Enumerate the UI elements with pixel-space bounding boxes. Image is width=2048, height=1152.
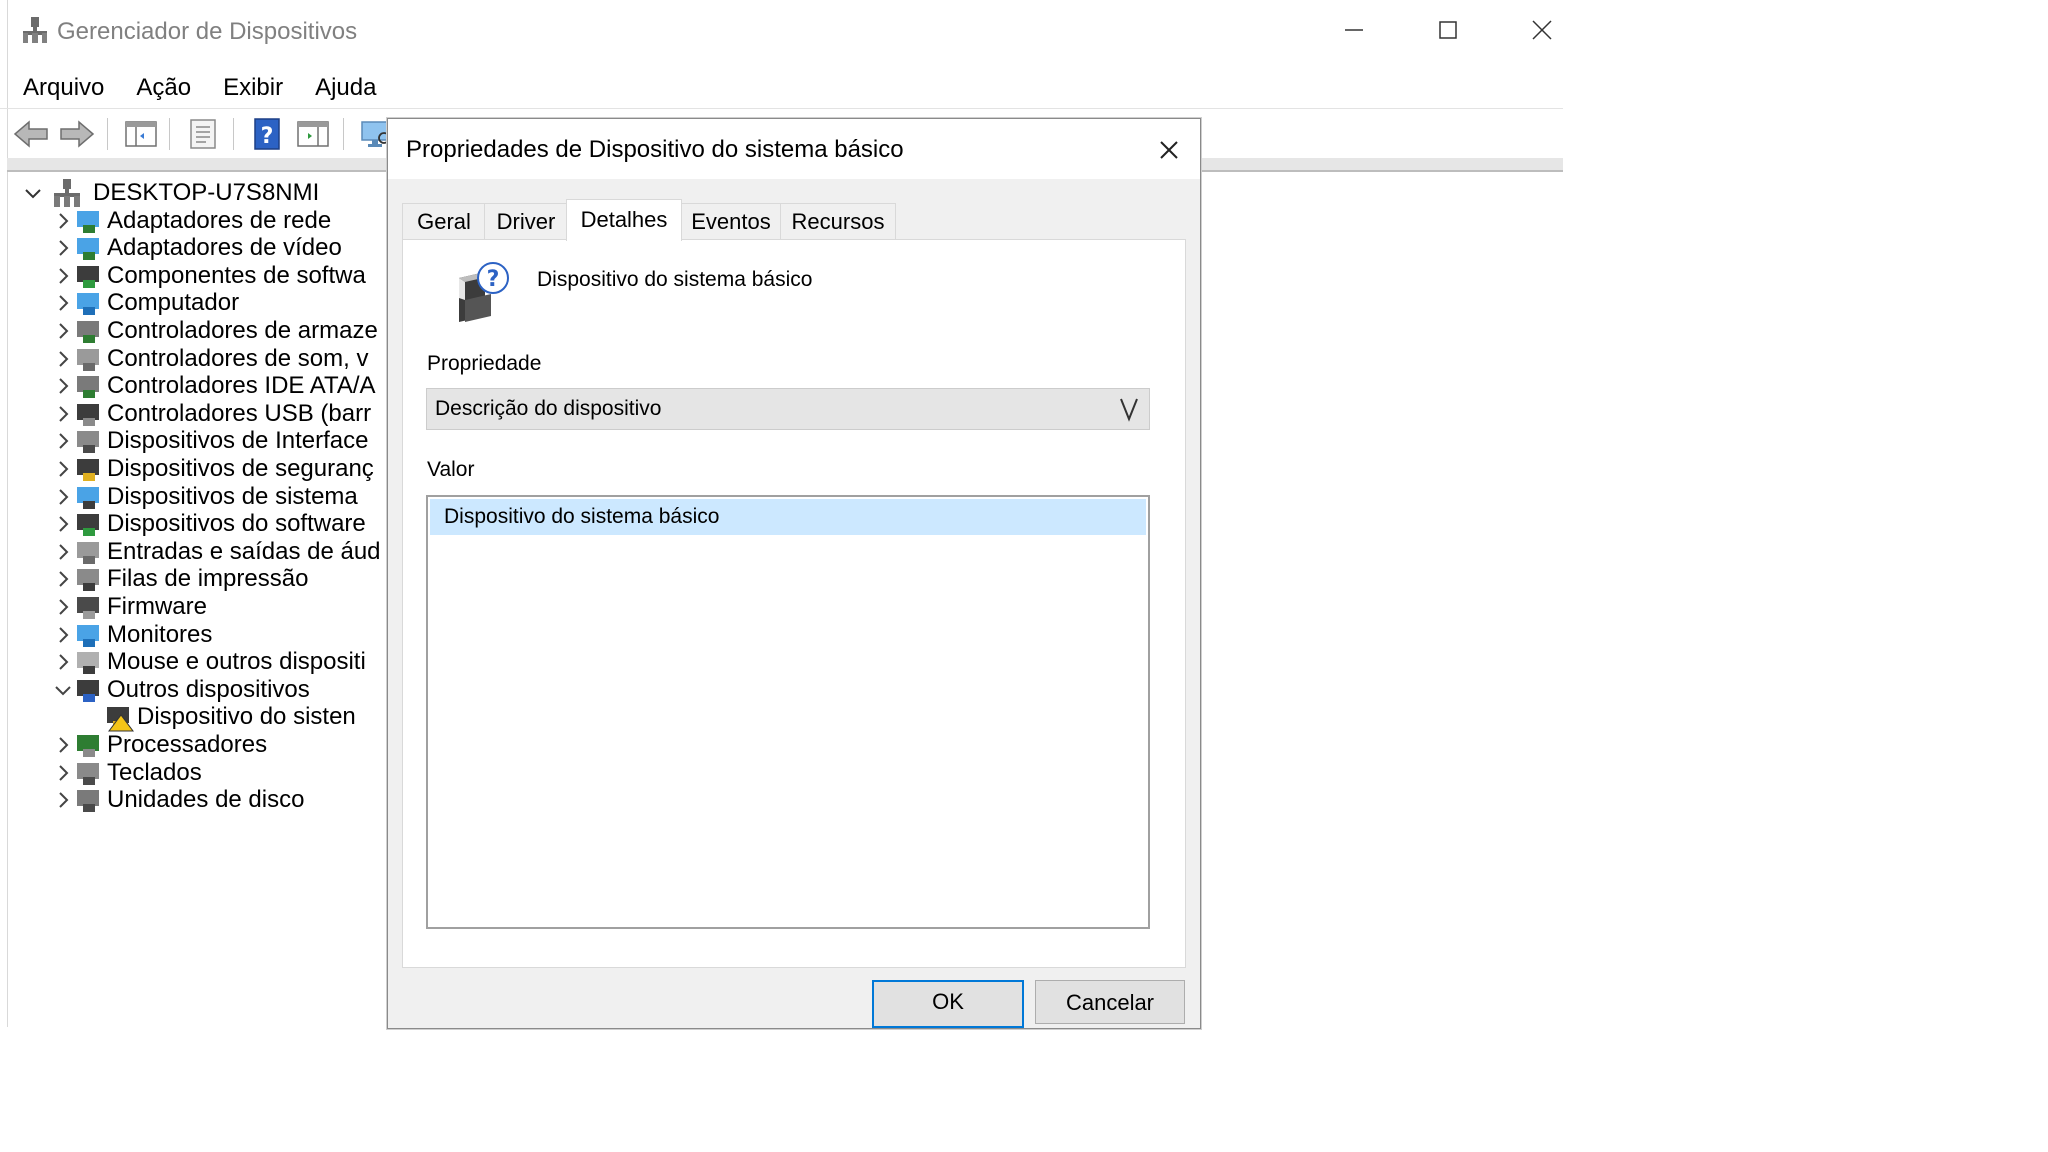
minimize-button[interactable] bbox=[1314, 8, 1394, 52]
forward-arrow-icon bbox=[60, 120, 95, 148]
properties-dialog: Propriedades de Dispositivo do sistema b… bbox=[387, 118, 1201, 1029]
toolbar-separator bbox=[107, 118, 108, 150]
unknown-device-icon: ? bbox=[459, 262, 509, 322]
value-label: Valor bbox=[427, 458, 475, 481]
property-dropdown[interactable]: Descrição do dispositivo bbox=[426, 388, 1150, 430]
chevron-right-icon[interactable] bbox=[51, 512, 75, 536]
chevron-down-icon[interactable] bbox=[21, 181, 45, 205]
toolbar-separator bbox=[343, 118, 344, 150]
properties-button[interactable] bbox=[183, 114, 223, 154]
window-close-button[interactable] bbox=[1502, 8, 1563, 52]
back-arrow-icon bbox=[13, 120, 48, 148]
close-icon bbox=[1532, 20, 1552, 40]
details-panel: ? Dispositivo do sistema básico Propried… bbox=[402, 239, 1186, 968]
forward-button[interactable] bbox=[57, 114, 97, 154]
chevron-right-icon[interactable] bbox=[51, 429, 75, 453]
menu-ajuda[interactable]: Ajuda bbox=[299, 70, 392, 106]
chevron-right-icon[interactable] bbox=[51, 650, 75, 674]
dialog-title-bar: Propriedades de Dispositivo do sistema b… bbox=[388, 119, 1200, 179]
tab-detalhes[interactable]: Detalhes bbox=[566, 199, 682, 241]
action-pane-icon bbox=[297, 121, 329, 147]
chevron-down-icon[interactable] bbox=[51, 678, 75, 702]
menu-separator bbox=[0, 108, 1563, 109]
ok-button[interactable]: OK bbox=[872, 980, 1024, 1028]
minimize-icon bbox=[1345, 29, 1363, 31]
maximize-button[interactable] bbox=[1408, 8, 1488, 52]
chevron-right-icon[interactable] bbox=[51, 595, 75, 619]
value-list-item-text: Dispositivo do sistema básico bbox=[444, 505, 720, 528]
help-button[interactable]: ? bbox=[247, 114, 287, 154]
tab-geral[interactable]: Geral bbox=[402, 203, 486, 240]
menu-bar: Arquivo Ação Exibir Ajuda bbox=[7, 70, 392, 106]
chevron-right-icon[interactable] bbox=[51, 209, 75, 233]
chevron-right-icon[interactable] bbox=[51, 623, 75, 647]
maximize-icon bbox=[1439, 21, 1457, 39]
svg-text:?: ? bbox=[487, 267, 500, 292]
tree-item-label: Unidades de disco bbox=[107, 786, 305, 814]
window-title: Gerenciador de Dispositivos bbox=[57, 18, 358, 45]
action-pane-button[interactable] bbox=[293, 114, 333, 154]
disk-drive-icon bbox=[77, 790, 99, 813]
device-tree: DESKTOP-U7S8NMI Adaptadores de rede Adapt… bbox=[7, 170, 387, 1027]
tab-eventos[interactable]: Eventos bbox=[680, 203, 782, 240]
chevron-right-icon[interactable] bbox=[51, 264, 75, 288]
chevron-right-icon[interactable] bbox=[51, 733, 75, 757]
chevron-right-icon[interactable] bbox=[51, 236, 75, 260]
dialog-title: Propriedades de Dispositivo do sistema b… bbox=[406, 136, 904, 163]
chevron-right-icon[interactable] bbox=[51, 374, 75, 398]
title-bar: Gerenciador de Dispositivos bbox=[0, 0, 1563, 64]
svg-text:?: ? bbox=[261, 124, 274, 149]
back-button[interactable] bbox=[11, 114, 51, 154]
menu-exibir[interactable]: Exibir bbox=[207, 70, 299, 106]
cancel-button[interactable]: Cancelar bbox=[1035, 980, 1185, 1024]
tab-driver[interactable]: Driver bbox=[484, 203, 568, 240]
chevron-right-icon[interactable] bbox=[51, 567, 75, 591]
device-manager-app-icon bbox=[23, 17, 47, 43]
property-dropdown-value: Descrição do dispositivo bbox=[435, 397, 662, 420]
property-label: Propriedade bbox=[427, 352, 542, 375]
chevron-right-icon[interactable] bbox=[51, 457, 75, 481]
show-hide-tree-button[interactable] bbox=[121, 114, 161, 154]
show-hide-console-tree-icon bbox=[125, 121, 157, 147]
toolbar-separator bbox=[169, 118, 170, 150]
chevron-right-icon[interactable] bbox=[51, 319, 75, 343]
dialog-close-button[interactable] bbox=[1144, 125, 1194, 175]
chevron-right-icon[interactable] bbox=[51, 291, 75, 315]
value-listbox[interactable]: Dispositivo do sistema básico bbox=[426, 495, 1150, 929]
menu-acao[interactable]: Ação bbox=[120, 70, 207, 106]
value-list-item[interactable]: Dispositivo do sistema básico bbox=[430, 499, 1146, 535]
chevron-right-icon[interactable] bbox=[51, 347, 75, 371]
chevron-down-icon bbox=[1120, 398, 1138, 422]
help-icon: ? bbox=[254, 118, 280, 150]
properties-icon bbox=[190, 119, 216, 149]
menu-arquivo[interactable]: Arquivo bbox=[7, 70, 120, 106]
device-name: Dispositivo do sistema básico bbox=[537, 268, 813, 291]
chevron-right-icon[interactable] bbox=[51, 788, 75, 812]
chevron-right-icon[interactable] bbox=[51, 485, 75, 509]
toolbar-separator bbox=[233, 118, 234, 150]
chevron-right-icon[interactable] bbox=[51, 540, 75, 564]
tree-item[interactable]: Unidades de disco bbox=[7, 782, 387, 818]
close-icon bbox=[1160, 141, 1178, 159]
chevron-right-icon[interactable] bbox=[51, 402, 75, 426]
chevron-right-icon[interactable] bbox=[51, 761, 75, 785]
tab-recursos[interactable]: Recursos bbox=[780, 203, 896, 240]
